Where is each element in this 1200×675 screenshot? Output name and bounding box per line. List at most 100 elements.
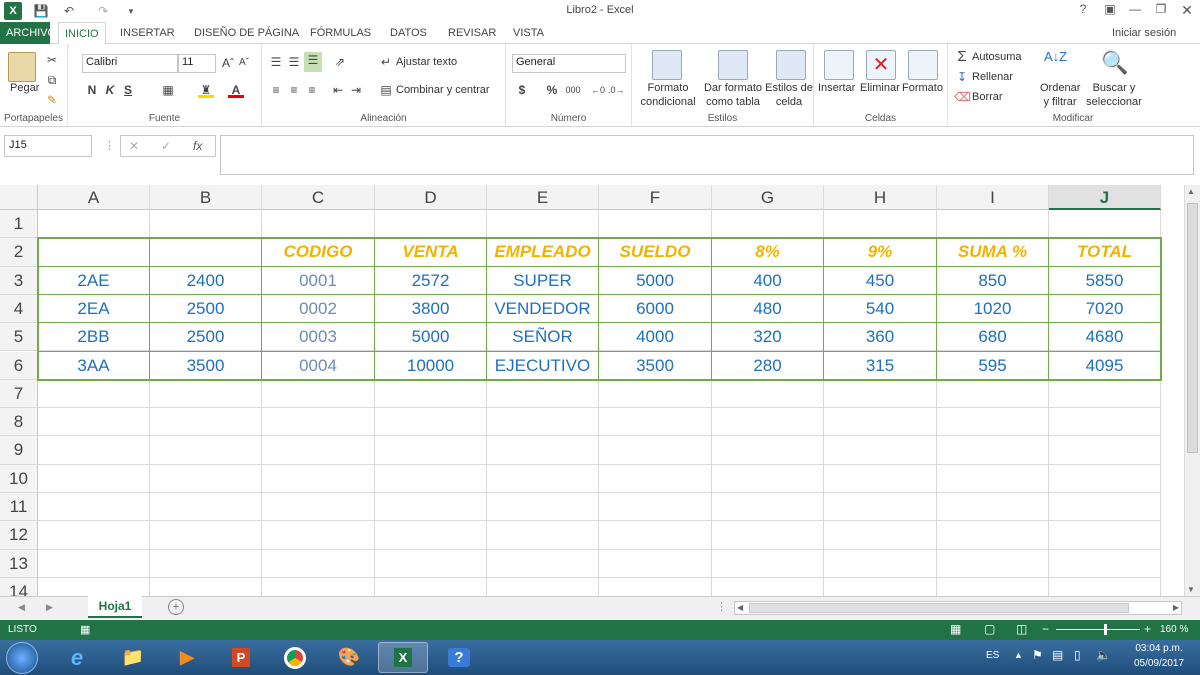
cell-c7[interactable]	[262, 379, 375, 409]
cell-b6[interactable]: 3500	[150, 351, 262, 380]
column-header-h[interactable]: H	[824, 185, 937, 210]
cell-d6[interactable]: 10000	[375, 351, 487, 380]
zoom-level[interactable]: 160 %	[1160, 624, 1188, 635]
cell-i8[interactable]	[937, 408, 1049, 437]
signal-icon[interactable]: ▯	[1074, 648, 1081, 662]
cell-f5[interactable]: 4000	[599, 323, 712, 352]
worksheet-grid[interactable]: ABCDEFGHIJ 1 2 3 4 5 6 7 8 9 10 11 12 13 14 CODIGO VEN…	[0, 185, 1184, 596]
vertical-scrollbar[interactable]: ▲ ▼	[1184, 185, 1200, 596]
cell-d1[interactable]	[375, 210, 487, 239]
cell-j10[interactable]	[1049, 464, 1161, 493]
cell-d12[interactable]	[375, 521, 487, 550]
cell-h10[interactable]	[824, 464, 937, 493]
cell-j7[interactable]	[1049, 379, 1161, 409]
cell-a7[interactable]	[38, 379, 150, 409]
paint-icon[interactable]: 🎨	[324, 642, 374, 673]
hscroll-thumb[interactable]	[749, 603, 1129, 613]
cell-i2[interactable]: SUMA %	[937, 238, 1049, 267]
align-center-icon[interactable]: ≡	[286, 82, 302, 98]
scroll-right-icon[interactable]: ▶	[1173, 603, 1179, 612]
cell-c12[interactable]	[262, 521, 375, 550]
page-break-icon[interactable]: ◫	[1016, 622, 1027, 636]
zoom-slider-thumb[interactable]	[1104, 624, 1107, 635]
cell-i12[interactable]	[937, 521, 1049, 550]
orientation-icon[interactable]: ⇗	[332, 54, 348, 70]
cut-icon[interactable]: ✂	[44, 52, 60, 68]
cell-g3[interactable]: 400	[712, 266, 824, 295]
chrome-icon[interactable]	[270, 642, 320, 673]
cell-e14[interactable]	[487, 577, 599, 596]
cell-j11[interactable]	[1049, 493, 1161, 522]
cell-j12[interactable]	[1049, 521, 1161, 550]
grow-font-icon[interactable]: Aˆ	[220, 55, 236, 71]
excel-taskbar-icon[interactable]: X	[378, 642, 428, 673]
cell-i14[interactable]	[937, 577, 1049, 596]
action-center-icon[interactable]: ⚑	[1032, 648, 1043, 662]
cell-d13[interactable]	[375, 549, 487, 578]
cancel-button[interactable]: ✕	[129, 139, 139, 153]
row-header-13[interactable]: 13	[0, 549, 38, 578]
bold-button[interactable]: N	[84, 82, 100, 98]
restore-icon[interactable]: ❐	[1148, 2, 1174, 20]
cell-f13[interactable]	[599, 549, 712, 578]
conditional-format-line1[interactable]: Formato	[646, 82, 690, 94]
file-explorer-icon[interactable]: 📁	[108, 642, 158, 673]
cell-e9[interactable]	[487, 436, 599, 465]
align-right-icon[interactable]: ≡	[304, 82, 320, 98]
volume-icon[interactable]: 🔈	[1096, 648, 1111, 662]
cell-styles-icon[interactable]	[776, 50, 806, 80]
cell-b5[interactable]: 2500	[150, 323, 262, 352]
column-header-g[interactable]: G	[712, 185, 824, 210]
cell-j9[interactable]	[1049, 436, 1161, 465]
borders-icon[interactable]: ▦	[160, 82, 176, 98]
fill-icon[interactable]: ↧	[954, 69, 970, 85]
network-icon[interactable]: ▤	[1052, 648, 1063, 662]
cell-b9[interactable]	[150, 436, 262, 465]
cell-h7[interactable]	[824, 379, 937, 409]
cell-j14[interactable]	[1049, 577, 1161, 596]
row-header-3[interactable]: 3	[0, 266, 38, 295]
row-header-10[interactable]: 10	[0, 464, 38, 493]
select-all-corner[interactable]	[0, 185, 38, 210]
zoom-out-button[interactable]: −	[1042, 622, 1049, 636]
cell-a10[interactable]	[38, 464, 150, 493]
cell-i1[interactable]	[937, 210, 1049, 239]
cell-h2[interactable]: 9%	[824, 238, 937, 267]
cell-j4[interactable]: 7020	[1049, 294, 1161, 324]
sort-filter-line2[interactable]: y filtrar	[1036, 96, 1084, 108]
cell-d3[interactable]: 2572	[375, 266, 487, 295]
decrease-decimal-icon[interactable]: .0→	[608, 82, 625, 98]
cell-c6[interactable]: 0004	[262, 351, 375, 380]
cell-g5[interactable]: 320	[712, 323, 824, 352]
tab-archivo[interactable]: ARCHIVO	[0, 22, 56, 44]
scroll-down-icon[interactable]: ▼	[1187, 585, 1195, 594]
cell-c1[interactable]	[262, 210, 375, 239]
cell-b3[interactable]: 2400	[150, 266, 262, 295]
find-select-line2[interactable]: seleccionar	[1082, 96, 1146, 108]
cell-e3[interactable]: SUPER	[487, 266, 599, 295]
find-select-line1[interactable]: Buscar y	[1086, 82, 1142, 94]
format-cells-button[interactable]: Formato	[902, 82, 943, 94]
column-header-f[interactable]: F	[599, 185, 712, 210]
close-icon[interactable]: ✕	[1174, 2, 1200, 20]
format-as-table-icon[interactable]	[718, 50, 748, 80]
cell-b12[interactable]	[150, 521, 262, 550]
cell-f8[interactable]	[599, 408, 712, 437]
horizontal-scrollbar[interactable]: ◀ ▶	[734, 601, 1182, 615]
cell-e10[interactable]	[487, 464, 599, 493]
cell-f2[interactable]: SUELDO	[599, 238, 712, 267]
tab-split-dots[interactable]: ⋮	[716, 600, 727, 613]
scroll-thumb[interactable]	[1187, 203, 1198, 453]
font-size-combo[interactable]: 11	[178, 54, 216, 73]
cell-styles-line2[interactable]: celda	[764, 96, 814, 108]
cell-g4[interactable]: 480	[712, 294, 824, 324]
align-bottom-icon[interactable]: ☰	[304, 52, 322, 72]
cell-b11[interactable]	[150, 493, 262, 522]
cell-a5[interactable]: 2BB	[38, 323, 150, 352]
cell-h3[interactable]: 450	[824, 266, 937, 295]
cell-e6[interactable]: EJECUTIVO	[487, 351, 599, 380]
merge-center-button[interactable]: Combinar y centrar	[396, 84, 490, 96]
cell-h12[interactable]	[824, 521, 937, 550]
cell-f11[interactable]	[599, 493, 712, 522]
help-taskbar-icon[interactable]: ?	[434, 642, 484, 673]
